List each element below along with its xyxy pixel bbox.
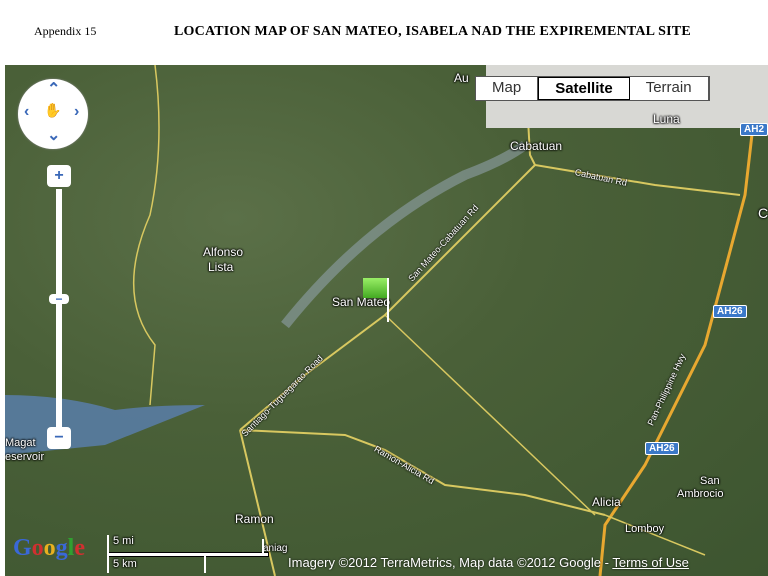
map-type-terrain-button[interactable]: Terrain: [630, 77, 709, 100]
pan-down-icon[interactable]: ⌄: [47, 125, 60, 145]
place-label: Magat: [5, 437, 36, 449]
appendix-label: Appendix 15: [34, 24, 97, 38]
scale-bar: 5 mi 5 km: [107, 535, 269, 573]
highway-shield: AH2: [740, 123, 768, 136]
place-label: eservoir: [5, 451, 45, 463]
place-label: Alfonso: [203, 245, 244, 259]
highway-shield: AH26: [713, 305, 747, 318]
zoom-slider-handle[interactable]: −: [49, 293, 69, 305]
map-type-satellite-button[interactable]: Satellite: [538, 77, 630, 100]
attribution: Imagery ©2012 TerraMetrics, Map data ©20…: [288, 555, 689, 570]
place-label: C: [758, 205, 768, 221]
map-type-control: Map Satellite Terrain: [475, 76, 710, 101]
place-label: Luna: [653, 112, 680, 126]
page-title: LOCATION MAP OF SAN MATEO, ISABELA NAD T…: [174, 24, 691, 39]
place-label: Ramon: [235, 512, 274, 526]
place-label: Cabatuan: [510, 139, 563, 153]
river: [281, 140, 528, 329]
place-label: Ambrocio: [677, 488, 724, 500]
highway-shield: AH26: [645, 442, 679, 455]
zoom-out-button[interactable]: −: [47, 427, 71, 449]
satellite-map[interactable]: Map Satellite Terrain Au Luna Cabatuan A…: [5, 65, 768, 576]
terms-of-use-link[interactable]: Terms of Use: [612, 555, 689, 570]
hand-icon: ✋: [44, 102, 62, 118]
place-label: Lomboy: [625, 523, 665, 535]
pan-left-icon[interactable]: ‹: [24, 103, 29, 121]
google-logo: Google: [13, 535, 85, 561]
scale-km: 5 km: [113, 558, 137, 570]
place-label: Alicia: [592, 495, 621, 509]
pan-up-icon[interactable]: ⌃: [47, 79, 60, 99]
location-flag-icon[interactable]: [363, 278, 389, 322]
attribution-text: Imagery ©2012 TerraMetrics, Map data ©20…: [288, 555, 613, 570]
place-label: Au: [454, 71, 469, 85]
map-type-map-button[interactable]: Map: [476, 77, 539, 100]
pan-right-icon[interactable]: ›: [74, 103, 79, 121]
zoom-in-button[interactable]: +: [47, 165, 71, 187]
place-label: San: [700, 475, 720, 487]
place-label: Lista: [208, 260, 234, 274]
scale-miles: 5 mi: [113, 535, 134, 547]
zoom-slider-track[interactable]: [56, 189, 62, 429]
pan-control[interactable]: ⌃ ‹ › ⌄ ✋: [18, 79, 88, 149]
